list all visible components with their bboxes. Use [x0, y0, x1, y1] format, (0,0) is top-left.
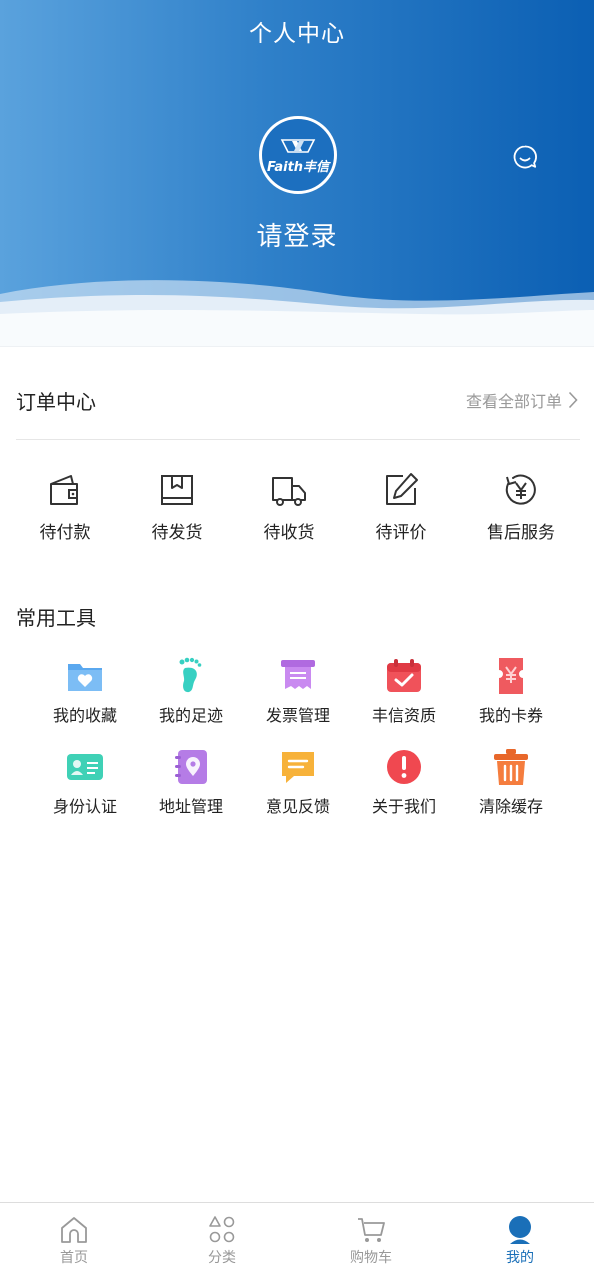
folder-heart-icon	[68, 664, 102, 691]
chevron-right-icon	[568, 391, 578, 409]
alert-icon	[387, 750, 421, 784]
user-icon	[509, 1216, 531, 1244]
tab-label: 首页	[60, 1250, 88, 1266]
id-card-icon	[67, 754, 103, 780]
order-center-title: 订单中心	[16, 389, 96, 414]
order-center-header: 订单中心 查看全部订单	[16, 380, 578, 420]
order-item-label: 待评价	[375, 523, 427, 543]
tool-about-us[interactable]: 关于我们	[354, 747, 454, 827]
tool-qualifications[interactable]: 丰信资质	[354, 656, 454, 736]
tool-coupons[interactable]: 我的卡券	[461, 656, 561, 736]
bottom-tab-bar: 首页 分类 购物车 我的	[0, 1202, 594, 1280]
tool-addresses[interactable]: 地址管理	[141, 747, 241, 827]
tab-category[interactable]: 分类	[148, 1203, 296, 1280]
tab-label: 购物车	[350, 1250, 392, 1266]
view-all-orders-link[interactable]: 查看全部订单	[466, 388, 578, 412]
category-icon	[209, 1216, 235, 1243]
invoice-icon	[281, 660, 315, 689]
home-icon	[61, 1217, 87, 1243]
calendar-check-icon	[387, 659, 421, 692]
tool-label: 我的卡券	[478, 706, 543, 725]
avatar[interactable]: Faith丰信	[259, 116, 337, 194]
tool-label: 我的收藏	[52, 706, 117, 725]
divider	[0, 346, 594, 347]
tab-home[interactable]: 首页	[0, 1203, 148, 1280]
view-all-orders-label: 查看全部订单	[465, 392, 562, 411]
tool-invoices[interactable]: 发票管理	[248, 656, 348, 736]
tool-feedback[interactable]: 意见反馈	[248, 747, 348, 827]
footprint-icon	[179, 657, 202, 693]
order-pending-review[interactable]: 待评价	[351, 468, 451, 548]
address-book-icon	[175, 750, 207, 784]
tool-clear-cache[interactable]: 清除缓存	[461, 747, 561, 827]
tool-label: 丰信资质	[371, 706, 436, 725]
order-after-sales[interactable]: 售后服务	[471, 468, 571, 548]
edit-icon	[386, 473, 418, 505]
cart-icon	[358, 1218, 385, 1242]
tool-label: 身份认证	[52, 797, 117, 816]
tool-footprints[interactable]: 我的足迹	[141, 656, 241, 736]
tab-mine[interactable]: 我的	[446, 1203, 594, 1280]
tab-label: 我的	[506, 1250, 534, 1266]
tools-title: 常用工具	[16, 606, 96, 630]
order-pending-receipt[interactable]: 待收货	[239, 468, 339, 548]
truck-icon	[272, 477, 306, 506]
message-icon[interactable]	[512, 144, 538, 170]
feedback-icon	[282, 752, 314, 783]
refund-yen-icon	[505, 474, 536, 505]
coupon-icon	[499, 658, 523, 694]
order-item-label: 待发货	[151, 523, 203, 543]
tool-identity[interactable]: 身份认证	[35, 747, 135, 827]
tab-cart[interactable]: 购物车	[297, 1203, 445, 1280]
tool-label: 关于我们	[371, 797, 436, 816]
divider	[16, 439, 580, 440]
faith-logo-icon	[280, 138, 316, 153]
tool-label: 意见反馈	[265, 797, 330, 816]
header-wave	[0, 280, 594, 346]
order-pending-shipment[interactable]: 待发货	[127, 468, 227, 548]
order-item-label: 售后服务	[487, 523, 555, 543]
profile-header: 个人中心 Faith丰信 请登录	[0, 0, 594, 346]
order-status-row: 待付款 待发货 待收货 待评价 售后服务	[0, 468, 594, 548]
package-icon	[161, 475, 193, 505]
tab-label: 分类	[208, 1250, 236, 1266]
trash-icon	[494, 749, 528, 785]
tool-label: 我的足迹	[158, 706, 223, 725]
order-item-label: 待付款	[39, 523, 91, 543]
wallet-icon	[50, 475, 78, 505]
logo-text: Faith丰信	[266, 159, 330, 175]
page-title: 个人中心	[249, 21, 345, 47]
tool-label: 发票管理	[265, 706, 330, 725]
tool-favorites[interactable]: 我的收藏	[35, 656, 135, 736]
order-pending-payment[interactable]: 待付款	[15, 468, 115, 548]
order-item-label: 待收货	[263, 523, 315, 543]
login-link[interactable]: 请登录	[0, 216, 594, 253]
tool-label: 地址管理	[158, 797, 223, 816]
tool-label: 清除缓存	[478, 797, 543, 816]
